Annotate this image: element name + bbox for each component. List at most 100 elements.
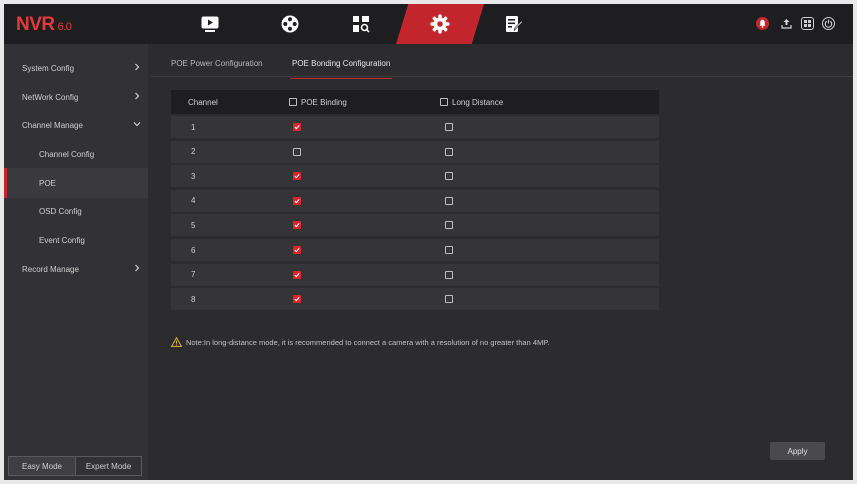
power-icon: [824, 19, 833, 28]
easy-mode-label: Easy Mode: [21, 461, 63, 471]
checkmark-icon: [294, 248, 300, 253]
long-distance-checkbox[interactable]: [445, 270, 453, 279]
table-header: Channel POE Binding Long Distance: [171, 90, 659, 114]
poe-binding-checkbox[interactable]: [293, 221, 301, 230]
sidebar-item-network-config[interactable]: NetWork Config: [4, 83, 148, 111]
film-reel-icon: [281, 15, 299, 33]
channel-cell: 6: [191, 245, 196, 255]
chevron-right-icon: [135, 264, 140, 272]
poe-binding-checkbox[interactable]: [293, 172, 301, 181]
long-distance-cell: [445, 116, 453, 138]
channel-cell: 4: [191, 196, 196, 206]
poe-binding-checkbox[interactable]: [293, 270, 301, 279]
poe-binding-checkbox[interactable]: [293, 123, 301, 131]
table-row: 6: [171, 239, 659, 261]
poe-binding-cell: [293, 264, 301, 286]
long-distance-cell: [445, 190, 453, 212]
poe-binding-checkbox[interactable]: [293, 196, 301, 205]
channel-cell: 1: [191, 122, 196, 132]
nvr-window: NVR 6.0 System Config NetWork Config Cha…: [4, 4, 853, 480]
brand-logo: NVR 6.0: [16, 14, 72, 36]
long-distance-checkbox[interactable]: [445, 246, 453, 254]
note-row: Note:In long-distance mode, it is recomm…: [171, 337, 549, 347]
sidebar-item-osd-config[interactable]: OSD Config: [4, 197, 148, 225]
expert-mode-button[interactable]: Expert Mode: [76, 456, 142, 476]
apply-button[interactable]: Apply: [770, 442, 825, 460]
channel-cell: 3: [191, 171, 196, 181]
long-distance-checkbox[interactable]: [445, 147, 453, 156]
easy-mode-button[interactable]: Easy Mode: [8, 456, 76, 476]
sidebar-item-poe[interactable]: POE: [4, 168, 148, 198]
poe-binding-checkbox[interactable]: [293, 246, 301, 254]
nav-edit[interactable]: [484, 4, 544, 44]
checkmark-icon: [294, 272, 300, 277]
nav-playback[interactable]: [180, 4, 240, 44]
search-file-icon: [353, 16, 370, 33]
long-distance-cell: [445, 141, 453, 163]
warning-icon: [171, 337, 182, 347]
power-button[interactable]: [822, 17, 835, 30]
long-distance-checkbox[interactable]: [445, 172, 453, 181]
sidebar: System Config NetWork Config Channel Man…: [4, 44, 148, 480]
table-row: 3: [171, 165, 659, 188]
select-all-poe-checkbox[interactable]: [289, 98, 297, 106]
poe-binding-cell: [293, 165, 301, 187]
long-distance-checkbox[interactable]: [445, 221, 453, 230]
layout-button[interactable]: [801, 17, 814, 30]
nav-search[interactable]: [331, 4, 391, 44]
poe-binding-checkbox[interactable]: [293, 295, 301, 304]
long-distance-checkbox[interactable]: [445, 196, 453, 205]
brand-version: 6.0: [57, 21, 72, 33]
upload-button[interactable]: [780, 17, 793, 30]
channel-cell: 2: [191, 147, 196, 157]
sidebar-item-label: Channel Config: [39, 149, 95, 159]
checkmark-icon: [294, 174, 300, 179]
sidebar-item-event-config[interactable]: Event Config: [4, 226, 148, 254]
checkmark-icon: [294, 198, 300, 204]
nav-film[interactable]: [260, 4, 320, 44]
sidebar-item-record-manage[interactable]: Record Manage: [4, 255, 148, 283]
channel-cell: 5: [191, 220, 196, 230]
sidebar-item-label: POE: [39, 178, 56, 188]
table-row: 4: [171, 189, 659, 212]
alarm-button[interactable]: [756, 17, 769, 30]
edit-list-icon: [506, 16, 523, 32]
long-distance-checkbox[interactable]: [445, 295, 453, 304]
table-row: 8: [171, 288, 659, 311]
sidebar-item-label: NetWork Config: [22, 92, 79, 102]
poe-binding-checkbox[interactable]: [293, 147, 301, 156]
sidebar-item-label: Record Manage: [22, 264, 79, 274]
tab-label: POE Power Configuration: [171, 59, 263, 68]
nav-settings[interactable]: [396, 4, 484, 44]
header-channel: Channel: [188, 97, 218, 107]
long-distance-cell: [445, 264, 453, 286]
top-bar: NVR 6.0: [4, 4, 853, 44]
sidebar-item-label: Channel Manage: [22, 120, 83, 130]
long-distance-checkbox[interactable]: [445, 123, 453, 131]
poe-binding-cell: [293, 288, 301, 310]
checkmark-icon: [294, 223, 300, 228]
chevron-down-icon: [133, 122, 141, 127]
checkmark-icon: [294, 297, 300, 302]
poe-binding-cell: [293, 214, 301, 236]
table-row: 2: [171, 140, 659, 163]
header-poe-binding: POE Binding: [289, 90, 347, 114]
sidebar-item-channel-manage[interactable]: Channel Manage: [4, 111, 148, 139]
select-all-long-distance-checkbox[interactable]: [440, 98, 448, 106]
header-poe-binding-label: POE Binding: [301, 97, 347, 107]
apply-label: Apply: [787, 446, 808, 456]
gear-icon: [430, 14, 450, 34]
long-distance-cell: [445, 165, 453, 187]
sidebar-item-channel-config[interactable]: Channel Config: [4, 140, 148, 168]
chevron-right-icon: [135, 63, 140, 71]
channel-cell: 8: [191, 294, 196, 304]
table-row: 5: [171, 214, 659, 237]
chevron-right-icon: [135, 92, 140, 100]
sidebar-item-system-config[interactable]: System Config: [4, 54, 148, 82]
long-distance-cell: [445, 214, 453, 236]
upload-icon: [781, 19, 792, 29]
brand-name: NVR: [16, 14, 55, 35]
long-distance-cell: [445, 288, 453, 310]
table-row: 1: [171, 116, 659, 138]
sidebar-item-label: Event Config: [39, 235, 85, 245]
